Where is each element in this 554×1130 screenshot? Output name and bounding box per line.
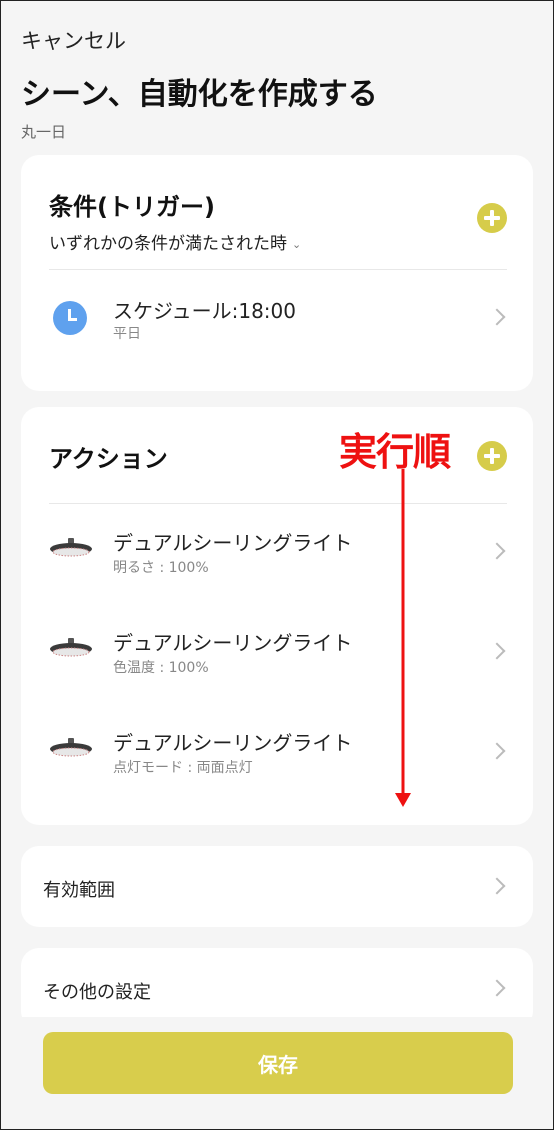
effective-range-label: 有効範囲 <box>43 880 115 901</box>
chevron-right-icon <box>488 542 506 560</box>
ceiling-light-icon <box>50 738 92 757</box>
other-settings-label: その他の設定 <box>43 982 151 1003</box>
scene-name[interactable]: 丸一日 <box>21 121 66 142</box>
chevron-right-icon <box>488 742 506 760</box>
down-arrow-icon <box>395 469 411 807</box>
ceiling-light-icon <box>50 538 92 557</box>
clock-icon <box>53 301 87 335</box>
scene-editor-screen: キャンセル シーン、自動化を作成する 丸一日 条件(トリガー) いずれかの条件が… <box>0 0 554 1130</box>
cancel-button[interactable]: キャンセル <box>21 25 126 55</box>
action-item-subtitle: 色温度 : 100% <box>113 660 209 676</box>
add-action-button[interactable] <box>477 441 507 471</box>
conditions-card: 条件(トリガー) いずれかの条件が満たされた時 ⌄ スケジュール:18:00 平日 <box>21 155 533 391</box>
chevron-right-icon <box>488 979 506 997</box>
action-item-title: デュアルシーリングライト <box>113 731 353 755</box>
actions-card: アクション デュアルシーリングライト 明るさ : 100% デュアルシーリングラ… <box>21 407 533 825</box>
action-item-title: デュアルシーリングライト <box>113 531 353 555</box>
action-item-subtitle: 点灯モード : 両面点灯 <box>113 760 253 776</box>
save-button[interactable]: 保存 <box>43 1032 513 1094</box>
action-item[interactable]: デュアルシーリングライト 色温度 : 100% <box>21 607 533 707</box>
action-item-title: デュアルシーリングライト <box>113 631 353 655</box>
chevron-right-icon <box>488 877 506 895</box>
effective-range-row[interactable]: 有効範囲 <box>21 846 533 927</box>
condition-item[interactable]: スケジュール:18:00 平日 <box>21 155 533 391</box>
actions-title: アクション <box>49 445 168 473</box>
condition-item-subtitle: 平日 <box>113 326 141 342</box>
page-title: シーン、自動化を作成する <box>21 77 378 112</box>
condition-item-title: スケジュール:18:00 <box>113 299 296 323</box>
chevron-right-icon <box>488 642 506 660</box>
execution-order-annotation: 実行順 <box>339 430 451 474</box>
divider <box>49 503 507 504</box>
ceiling-light-icon <box>50 638 92 657</box>
action-item-subtitle: 明るさ : 100% <box>113 560 209 576</box>
action-item[interactable]: デュアルシーリングライト 点灯モード : 両面点灯 <box>21 707 533 807</box>
action-item[interactable]: デュアルシーリングライト 明るさ : 100% <box>21 507 533 607</box>
chevron-right-icon <box>488 308 506 326</box>
